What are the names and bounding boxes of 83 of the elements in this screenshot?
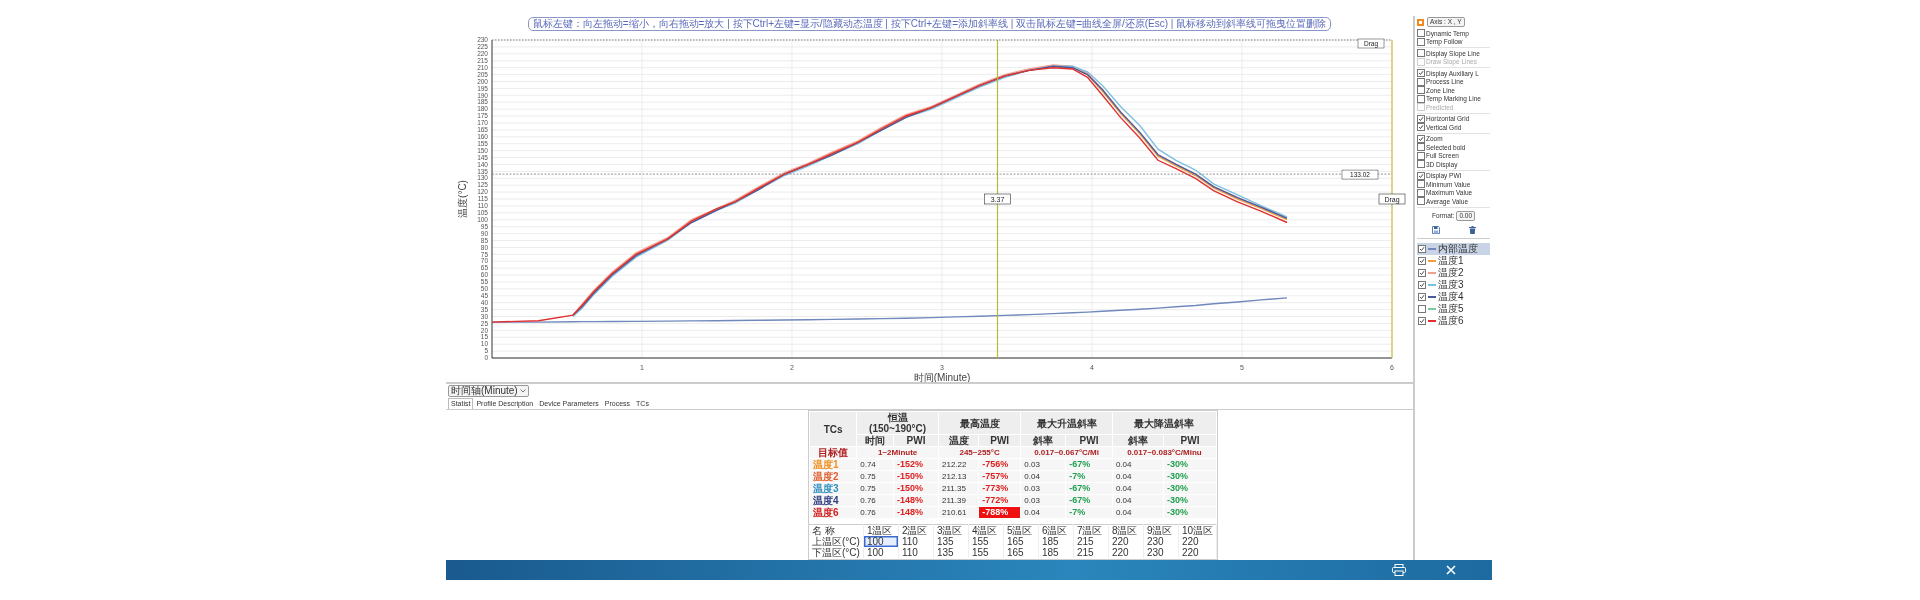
checkbox[interactable]: [1418, 244, 1426, 253]
legend-label: 温度6: [1438, 313, 1464, 328]
legend-item[interactable]: 温度5: [1417, 302, 1490, 315]
checkbox[interactable]: [1417, 69, 1425, 78]
legend-label: 温度3: [1438, 277, 1464, 291]
legend-item[interactable]: 温度3: [1417, 278, 1490, 291]
legend-item[interactable]: 温度6: [1417, 314, 1490, 327]
legend-item[interactable]: 温度1: [1417, 254, 1490, 267]
table-cell[interactable]: 220: [1178, 536, 1217, 547]
table-cell[interactable]: 155: [968, 536, 1004, 547]
column-header: TCs: [809, 411, 857, 447]
column-header: 5温区: [1003, 524, 1039, 536]
legend-label: 温度5: [1438, 301, 1464, 315]
checkbox[interactable]: [1417, 49, 1425, 58]
legend-item[interactable]: 内部温度: [1417, 242, 1490, 255]
panel-icon[interactable]: [1417, 18, 1424, 26]
column-header: 最大升温斜率: [1020, 411, 1113, 435]
legend-label: 温度4: [1438, 289, 1464, 303]
table-cell[interactable]: 165: [1003, 547, 1039, 558]
checkbox[interactable]: [1417, 37, 1425, 46]
checkbox[interactable]: [1417, 114, 1425, 123]
hint-banner: 鼠标左键：向左拖动=缩小，向右拖动=放大 | 按下Ctrl+左键=显示/隐藏动态温度 | 按下Ctrl+左键=添加斜率线 | 双击鼠标左键=曲线全屏/还原(Esc) | 鼠标移动到斜率线可拖曳位置删除: [527, 17, 1332, 31]
save-icon[interactable]: [1431, 225, 1440, 234]
column-header: 最大降温斜率: [1112, 411, 1217, 435]
column-header: 3温区: [933, 524, 969, 536]
legend-label: 温度2: [1438, 265, 1464, 279]
legend-item[interactable]: 温度4: [1417, 290, 1490, 303]
column-header: 9温区: [1143, 524, 1179, 536]
column-header: 10温区: [1178, 524, 1217, 536]
column-header: 最高温度: [938, 411, 1021, 435]
column-header: 8温区: [1108, 524, 1144, 536]
checkbox[interactable]: [1418, 316, 1426, 325]
table-cell[interactable]: 215: [1073, 536, 1109, 547]
checkbox[interactable]: [1417, 77, 1425, 86]
row-header: 上温区(°C): [809, 536, 864, 547]
axis-title: 温度(°C): [457, 180, 468, 218]
checkbox[interactable]: [1418, 280, 1426, 289]
checkbox[interactable]: [1417, 29, 1425, 38]
checkbox[interactable]: [1418, 268, 1426, 277]
close-icon[interactable]: [1446, 565, 1456, 575]
column-header: 6温区: [1038, 524, 1074, 536]
table-cell[interactable]: 220: [1108, 536, 1144, 547]
checkbox[interactable]: [1417, 171, 1425, 180]
checkbox[interactable]: [1417, 160, 1425, 169]
table-cell[interactable]: 230: [1143, 536, 1179, 547]
table-cell[interactable]: 230: [1143, 547, 1179, 558]
table-cell[interactable]: 110: [898, 547, 934, 558]
column-header: 4温区: [968, 524, 1004, 536]
printer-icon[interactable]: [1392, 564, 1406, 576]
table-cell[interactable]: 220: [1178, 547, 1217, 558]
checkbox[interactable]: [1417, 188, 1425, 197]
column-header: 名 称: [809, 524, 864, 536]
table-cell[interactable]: 220: [1108, 547, 1144, 558]
checkbox[interactable]: [1417, 180, 1425, 189]
table-cell[interactable]: 165: [1003, 536, 1039, 547]
checkbox[interactable]: [1417, 94, 1425, 103]
table-cell[interactable]: 185: [1038, 536, 1074, 547]
caret-icon: [519, 388, 526, 393]
table-cell[interactable]: 135: [933, 547, 969, 558]
checkbox[interactable]: [1417, 123, 1425, 132]
checkbox[interactable]: [1418, 292, 1426, 301]
checkbox[interactable]: [1418, 304, 1426, 313]
table-cell[interactable]: 100: [863, 547, 899, 558]
legend-item[interactable]: 温度2: [1417, 266, 1490, 279]
table-cell[interactable]: 135: [933, 536, 969, 547]
checkbox[interactable]: [1417, 134, 1425, 143]
checkbox[interactable]: [1417, 86, 1425, 95]
table-cell[interactable]: 185: [1038, 547, 1074, 558]
checkbox[interactable]: [1418, 256, 1426, 265]
column-header: 7温区: [1073, 524, 1109, 536]
checkbox[interactable]: [1417, 197, 1425, 206]
legend-label: 温度1: [1438, 254, 1464, 267]
checkbox[interactable]: [1417, 151, 1425, 160]
table-cell[interactable]: 100: [863, 536, 899, 547]
trash-icon[interactable]: [1468, 225, 1476, 234]
row-header: 下温区(°C): [809, 547, 864, 558]
table-cell[interactable]: 215: [1073, 547, 1109, 558]
table-cell[interactable]: 155: [968, 547, 1004, 558]
checkbox[interactable]: [1417, 143, 1425, 152]
column-header: 恒温 (150~190°C): [856, 411, 939, 435]
table-cell[interactable]: 110: [898, 536, 934, 547]
legend-label: 内部温度: [1438, 241, 1478, 255]
time-unit-dropdown[interactable]: 时间轴(Minute): [448, 384, 529, 397]
